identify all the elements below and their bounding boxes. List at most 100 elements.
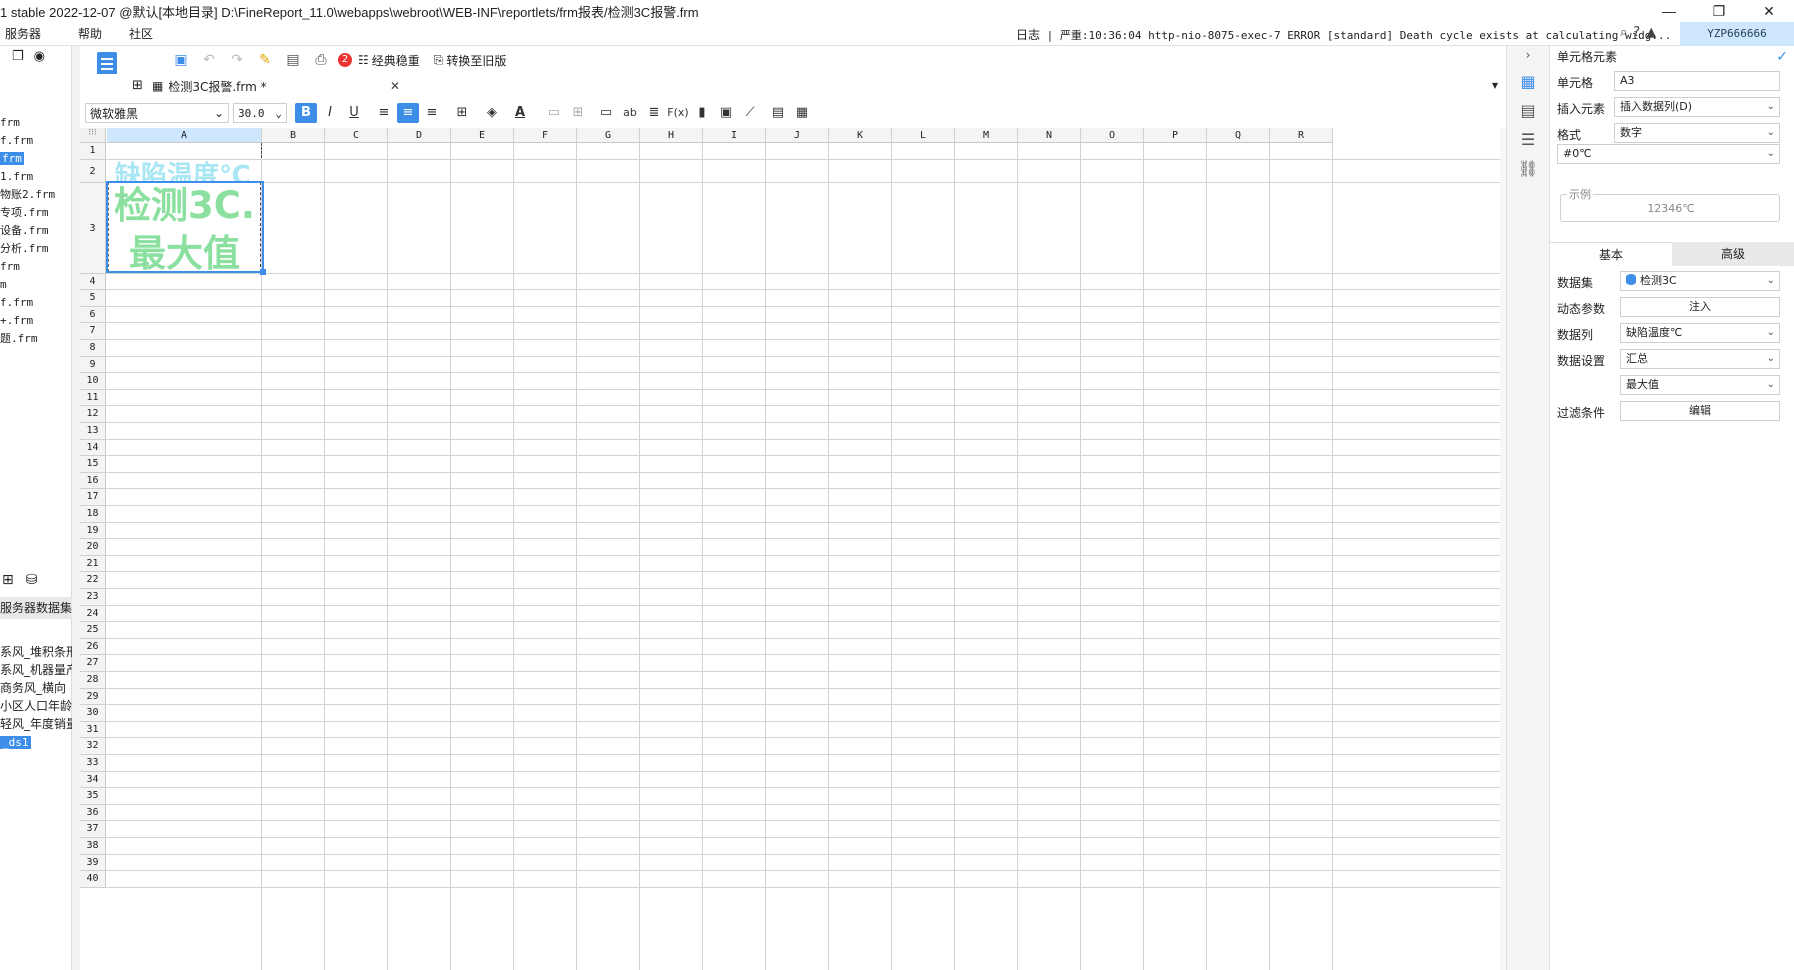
row-header-12[interactable]: 12 xyxy=(80,406,106,423)
restore-button[interactable]: ❐ xyxy=(1694,0,1744,22)
row-header-4[interactable]: 4 xyxy=(80,273,106,291)
row-header-1[interactable]: 1 xyxy=(80,143,106,160)
align-right-icon[interactable]: ≡ xyxy=(421,103,443,123)
text-cell-icon[interactable]: ▭ xyxy=(595,103,617,123)
notification-badge[interactable]: 2 xyxy=(338,53,352,67)
row-header-16[interactable]: 16 xyxy=(80,472,106,490)
row-header-8[interactable]: 8 xyxy=(80,340,106,357)
pin-icon[interactable]: ✓ xyxy=(1776,46,1788,68)
dataset-item[interactable]: 商务风_横向 xyxy=(0,679,72,697)
help-icon[interactable]: ? xyxy=(1633,25,1640,40)
row-header-28[interactable]: 28 xyxy=(80,672,106,689)
subreport-icon[interactable]: ▤ xyxy=(767,103,789,123)
file-item[interactable]: 1.frm xyxy=(0,168,72,186)
row-header-30[interactable]: 30 xyxy=(80,705,106,722)
row-header-23[interactable]: 23 xyxy=(80,589,106,606)
file-item[interactable]: 分析.frm xyxy=(0,240,72,258)
collapse-icon[interactable]: ▾ xyxy=(1492,78,1498,92)
bell-icon[interactable]: ▲ xyxy=(1646,25,1656,40)
file-item-selected[interactable]: frm xyxy=(0,150,72,168)
underline-button[interactable]: U xyxy=(343,103,365,123)
file-item[interactable]: 设备.frm xyxy=(0,222,72,240)
row-header-31[interactable]: 31 xyxy=(80,721,106,739)
expand-arrow-icon[interactable]: › xyxy=(1507,48,1549,62)
column-header-r[interactable]: R xyxy=(1270,128,1333,143)
copy-icon[interactable]: ❐ xyxy=(12,49,24,66)
image-icon[interactable]: ▣ xyxy=(715,103,737,123)
row-header-13[interactable]: 13 xyxy=(80,423,106,440)
border-icon[interactable]: ⊞ xyxy=(451,103,473,123)
filter-edit-button[interactable]: 编辑 xyxy=(1620,401,1780,421)
cell-a2[interactable]: 缺陷温度℃ xyxy=(107,159,262,181)
merge-cells-icon[interactable]: ▭ xyxy=(543,103,565,123)
row-header-19[interactable]: 19 xyxy=(80,522,106,540)
font-color-icon[interactable]: A xyxy=(509,103,531,123)
tab-basic[interactable]: 基本 xyxy=(1550,242,1672,266)
close-tab-icon[interactable]: ✕ xyxy=(390,79,400,93)
grid-icon[interactable]: ⊞ xyxy=(132,78,143,93)
brush-icon[interactable]: ✎ xyxy=(254,52,276,68)
row-header-11[interactable]: 11 xyxy=(80,389,106,407)
dataset-item-selected[interactable]: _ds1 xyxy=(0,733,72,751)
italic-button[interactable]: I xyxy=(319,103,341,123)
row-header-6[interactable]: 6 xyxy=(80,306,106,324)
cell-field[interactable]: A3 xyxy=(1614,71,1780,91)
dataset-item[interactable]: 小区人口年龄 xyxy=(0,697,72,715)
dataset-item[interactable]: 系风_机器量产 xyxy=(0,661,72,679)
fill-handle[interactable] xyxy=(260,269,266,275)
column-header-b[interactable]: B xyxy=(262,128,325,143)
row-header-2[interactable]: 2 xyxy=(80,159,106,183)
row-header-27[interactable]: 27 xyxy=(80,655,106,672)
row-header-14[interactable]: 14 xyxy=(80,439,106,457)
column-header-i[interactable]: I xyxy=(703,128,766,143)
file-item[interactable]: 物账2.frm xyxy=(0,186,72,204)
left-splitter[interactable] xyxy=(72,46,80,970)
file-item[interactable]: frm xyxy=(0,114,72,132)
menu-help[interactable]: 帮助 xyxy=(73,25,114,42)
minimize-button[interactable]: — xyxy=(1644,0,1694,22)
data-setting-select[interactable]: 汇总 ⌄ xyxy=(1620,349,1780,369)
column-header-c[interactable]: C xyxy=(325,128,388,143)
search-icon[interactable]: ⌕ xyxy=(1620,25,1627,40)
fill-color-icon[interactable]: ◈ xyxy=(481,103,503,123)
select-all-corner[interactable]: ⁝⁝⁝ xyxy=(80,128,106,143)
column-header-m[interactable]: M xyxy=(955,128,1018,143)
slash-icon[interactable]: ⟋ xyxy=(739,103,761,123)
column-header-o[interactable]: O xyxy=(1081,128,1144,143)
spreadsheet-grid[interactable]: ⁝⁝⁝ ABCDEFGHIJKLMNOPQR 1 2 3 4 5 6 7 8 9 10 11 12 13… xyxy=(80,128,1506,970)
row-header-24[interactable]: 24 xyxy=(80,605,106,623)
classic-theme-button[interactable]: ☷ 经典稳重 xyxy=(358,52,420,69)
row-header-37[interactable]: 37 xyxy=(80,821,106,838)
text-insert-icon[interactable]: ab xyxy=(619,103,641,123)
convert-old-button[interactable]: ⎘ 转换至旧版 xyxy=(434,52,507,69)
font-size-select[interactable]: 30.0 ⌄ xyxy=(233,103,287,123)
row-header-34[interactable]: 34 xyxy=(80,771,106,789)
row-header-22[interactable]: 22 xyxy=(80,572,106,589)
preview-icon[interactable]: ⎙ xyxy=(310,52,332,68)
row-header-39[interactable]: 39 xyxy=(80,854,106,872)
font-family-select[interactable]: 微软雅黑 ⌄ xyxy=(85,103,229,123)
align-left-icon[interactable]: ≡ xyxy=(373,103,395,123)
widget-icon[interactable]: ☰ xyxy=(1507,130,1549,149)
data-column-select[interactable]: 缺陷温度℃ ⌄ xyxy=(1620,323,1780,343)
row-header-15[interactable]: 15 xyxy=(80,456,106,473)
column-header-f[interactable]: F xyxy=(514,128,577,143)
row-header-5[interactable]: 5 xyxy=(80,290,106,307)
row-header-3[interactable]: 3 xyxy=(80,182,106,274)
column-header-l[interactable]: L xyxy=(892,128,955,143)
file-item[interactable]: m xyxy=(0,276,72,294)
align-center-icon[interactable]: ≡ xyxy=(397,103,419,123)
chart-icon[interactable]: ▮ xyxy=(691,103,713,123)
row-header-35[interactable]: 35 xyxy=(80,788,106,805)
formula-icon[interactable]: F(x) xyxy=(667,103,689,123)
save-icon[interactable]: ▣ xyxy=(170,52,192,68)
file-item[interactable]: frm xyxy=(0,258,72,276)
file-item[interactable]: +.frm xyxy=(0,312,72,330)
user-badge[interactable]: YZP666666 xyxy=(1680,22,1794,46)
row-header-25[interactable]: 25 xyxy=(80,622,106,639)
column-header-d[interactable]: D xyxy=(388,128,451,143)
column-header-q[interactable]: Q xyxy=(1207,128,1270,143)
column-header-e[interactable]: E xyxy=(451,128,514,143)
menu-community[interactable]: 社区 xyxy=(124,25,165,42)
column-header-j[interactable]: J xyxy=(766,128,829,143)
